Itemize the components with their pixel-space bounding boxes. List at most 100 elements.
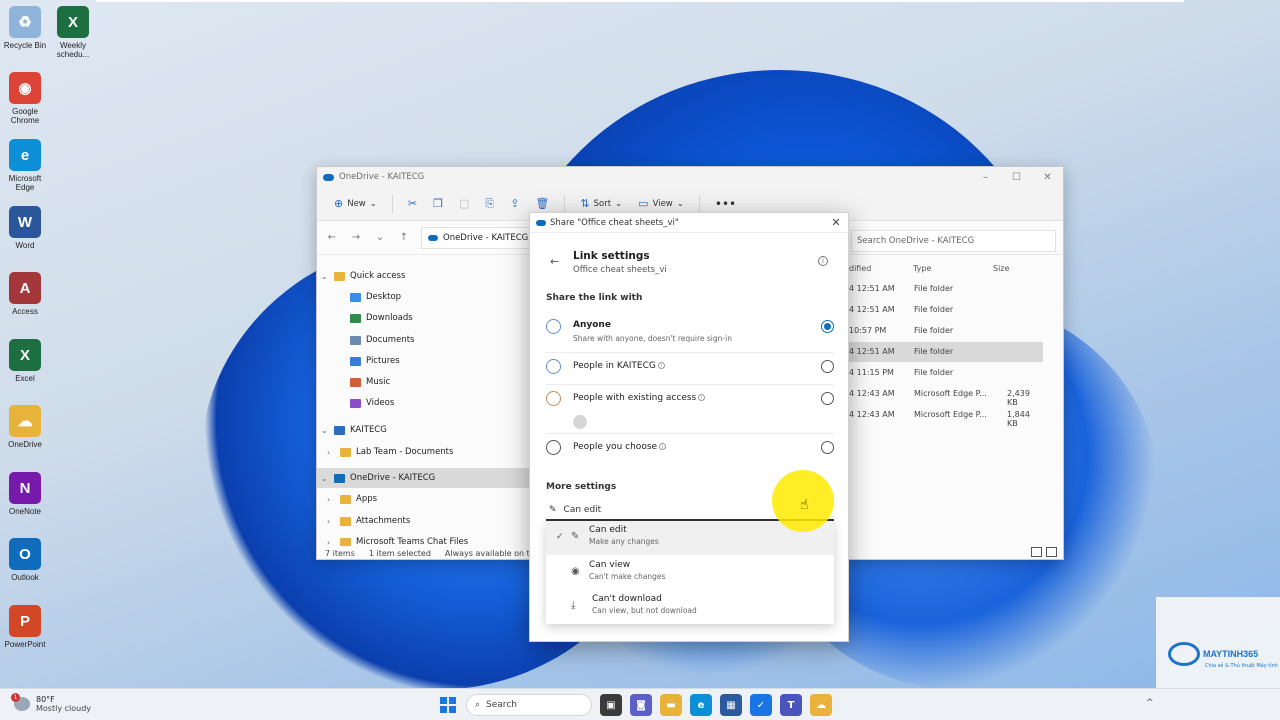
chevron-right-icon[interactable]: › — [327, 448, 335, 457]
maximize-button[interactable]: ☐ — [1001, 167, 1032, 187]
file-explorer-icon[interactable]: ▬ — [660, 694, 682, 716]
menu-item-cant-download[interactable]: ⤓ Can't download Can view, but not downl… — [546, 590, 834, 624]
chevron-down-icon[interactable]: ⌄ — [321, 426, 329, 435]
nav-item[interactable]: Pictures — [337, 351, 400, 371]
menu-item-description: Make any changes — [589, 537, 659, 546]
back-arrow-icon[interactable]: ← — [325, 232, 339, 243]
nav-item[interactable]: Music — [337, 372, 390, 392]
cut-button[interactable]: ✂ — [403, 193, 422, 215]
table-row[interactable]: 4 12:51 AM File folder — [847, 300, 1043, 320]
nav-item[interactable]: ⌄ KAITECG — [321, 420, 387, 440]
desktop-icon-onenote[interactable]: N OneNote — [2, 472, 48, 516]
paste-button[interactable]: ▢ — [454, 193, 474, 215]
table-row[interactable]: 4 12:51 AM File folder — [847, 342, 1043, 362]
search-input[interactable]: Search OneDrive - KAITECG — [851, 230, 1056, 252]
radio-existing-access[interactable] — [821, 392, 834, 405]
desktop-icon-chrome[interactable]: ◉ Google Chrome — [2, 72, 48, 125]
store-icon[interactable]: ▦ — [720, 694, 742, 716]
taskbar-search[interactable]: ⌕ Search — [466, 694, 592, 716]
cell-date: 4 12:43 AM — [849, 389, 895, 398]
nav-item[interactable]: › Attachments — [327, 511, 410, 531]
weather-widget[interactable]: 1 80°F Mostly cloudy — [11, 693, 91, 713]
nav-item[interactable]: ⌄ OneDrive - KAITECG — [317, 468, 531, 488]
info-icon[interactable]: i — [818, 256, 828, 266]
nav-item[interactable]: Downloads — [337, 308, 413, 328]
desktop-icon-recycle-bin[interactable]: ♻ Recycle Bin — [2, 6, 48, 50]
explorer-titlebar[interactable]: OneDrive - KAITECG — [317, 167, 1063, 187]
close-icon[interactable]: ✕ — [828, 215, 844, 231]
option-label-text: People with existing access — [573, 393, 697, 403]
chevron-down-icon[interactable]: ⌄ — [321, 474, 329, 483]
back-arrow-icon[interactable]: ← — [550, 255, 559, 268]
nav-item[interactable]: Documents — [337, 330, 414, 350]
more-settings-heading: More settings — [546, 482, 617, 492]
recent-chevron-icon[interactable]: ⌄ — [373, 232, 387, 243]
onedrive-folder-icon[interactable]: ☁ — [810, 694, 832, 716]
chevron-down-icon[interactable]: ⌄ — [321, 272, 329, 281]
desktop-icon-outlook[interactable]: O Outlook — [2, 538, 48, 582]
desktop-icon-word[interactable]: W Word — [2, 206, 48, 250]
rename-button[interactable]: ⎘ — [480, 193, 499, 215]
option-people-in-org[interactable]: People in KAITECG i — [546, 355, 834, 385]
info-icon[interactable]: i — [659, 443, 667, 450]
nav-item[interactable]: ⌄ Quick access — [321, 266, 405, 286]
desktop: ♻ Recycle Bin X Weekly schedu... ◉ Google Chr… — [0, 0, 1280, 688]
taskbar-search-label: Search — [486, 700, 517, 710]
radio-people-you-choose[interactable] — [821, 441, 834, 454]
edge-icon[interactable]: e — [690, 694, 712, 716]
folder-icon — [350, 313, 361, 323]
desktop-icon-onedrive[interactable]: ☁ OneDrive — [2, 405, 48, 449]
share-button[interactable]: ⇪ — [505, 193, 524, 215]
option-anyone[interactable]: Anyone Share with anyone, doesn't requir… — [546, 315, 834, 353]
todo-icon[interactable]: ✓ — [750, 694, 772, 716]
table-row[interactable]: 10:57 PM File folder — [847, 321, 1043, 341]
column-header-modified[interactable]: dified — [849, 264, 871, 273]
close-window-button[interactable]: ✕ — [1032, 167, 1063, 187]
minimize-button[interactable]: – — [970, 167, 1001, 187]
onedrive-cloud-icon — [428, 234, 438, 241]
new-label: New — [347, 198, 366, 209]
table-row[interactable]: 4 12:51 AM File folder — [847, 279, 1043, 299]
nav-item[interactable]: Videos — [337, 393, 394, 413]
info-icon[interactable]: i — [698, 394, 706, 401]
desktop-icon-powerpoint[interactable]: P PowerPoint — [2, 605, 48, 649]
nav-item[interactable]: › Apps — [327, 489, 377, 509]
table-row[interactable]: 4 12:43 AM Microsoft Edge P... 1,844 KB — [847, 405, 1043, 428]
radio-people-in-org[interactable] — [821, 360, 834, 373]
desktop-icon-excel-file[interactable]: X Weekly schedu... — [50, 6, 96, 59]
new-button[interactable]: ⊕ New ⌄ — [329, 193, 382, 215]
details-view-icon[interactable] — [1031, 547, 1042, 557]
option-people-you-choose[interactable]: People you choose i — [546, 436, 834, 466]
copy-button[interactable]: ❐ — [428, 193, 448, 215]
nav-item[interactable]: Desktop — [337, 287, 401, 307]
menu-item-can-view[interactable]: ◉ Can view Can't make changes — [546, 556, 834, 590]
option-label-text: People you choose — [573, 442, 658, 452]
chevron-right-icon[interactable]: › — [327, 517, 335, 526]
nav-item[interactable]: › Microsoft Teams Chat Files — [327, 532, 468, 546]
desktop-icon-excel[interactable]: X Excel — [2, 339, 48, 383]
option-existing-access[interactable]: People with existing access i — [546, 387, 834, 434]
column-header-type[interactable]: Type — [913, 264, 931, 273]
chevron-right-icon[interactable]: › — [327, 495, 335, 504]
share-title: Share "Office cheat sheets_vi" — [550, 217, 679, 228]
teams-icon[interactable]: T — [780, 694, 802, 716]
desktop-icon-access[interactable]: A Access — [2, 272, 48, 316]
nav-item[interactable]: › Lab Team - Documents — [327, 442, 453, 462]
radio-anyone[interactable] — [821, 320, 834, 333]
chevron-right-icon[interactable]: › — [327, 538, 335, 547]
tray-chevron-icon[interactable]: ^ — [1146, 698, 1154, 708]
cell-date: 4 12:51 AM — [849, 284, 895, 293]
tiles-view-icon[interactable] — [1046, 547, 1057, 557]
desktop-icon-edge[interactable]: e Microsoft Edge — [2, 139, 48, 192]
task-view-icon[interactable]: ▣ — [600, 694, 622, 716]
search-icon: ⌕ — [475, 700, 481, 710]
table-row[interactable]: 4 11:15 PM File folder — [847, 363, 1043, 383]
teams-chat-icon[interactable]: ◙ — [630, 694, 652, 716]
forward-arrow-icon[interactable]: → — [349, 232, 363, 243]
column-header-size[interactable]: Size — [993, 264, 1009, 273]
desktop-icon-label: Google Chrome — [10, 107, 40, 125]
up-arrow-icon[interactable]: ↑ — [397, 232, 411, 243]
start-button[interactable] — [438, 695, 458, 715]
info-icon[interactable]: i — [657, 362, 665, 369]
table-row[interactable]: 4 12:43 AM Microsoft Edge P... 2,439 KB — [847, 384, 1043, 407]
